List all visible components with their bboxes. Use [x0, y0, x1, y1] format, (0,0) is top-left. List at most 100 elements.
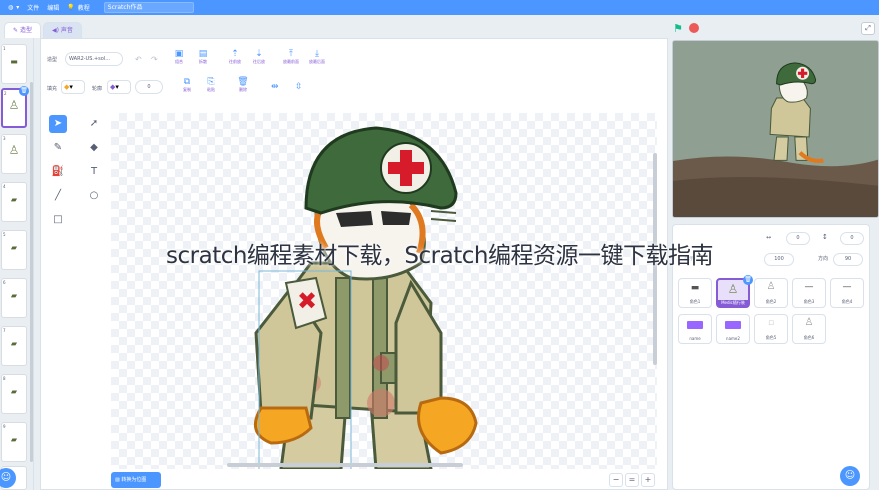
project-title-input[interactable]: Scratch作品 [103, 2, 194, 13]
text-tool[interactable]: T [85, 163, 103, 181]
convert-to-bitmap-button[interactable]: ▨ 转换为位图 [111, 472, 161, 488]
costume-name-input[interactable]: WAR2-US.+sol... [65, 52, 123, 66]
sprite-tile[interactable]: — 角色4 [830, 278, 864, 308]
rectangle-tool[interactable]: □ [49, 211, 67, 229]
brush-icon: ✎ [53, 142, 63, 153]
redo-icon[interactable]: ↷ [151, 55, 158, 64]
fullscreen-icon[interactable]: ⤢ [861, 22, 875, 35]
zoom-reset-icon: = [628, 475, 636, 484]
globe-icon: ◍ [8, 4, 14, 11]
tab-costumes[interactable]: ✎ 造型 [4, 22, 41, 38]
reshape-tool[interactable]: ➚ [85, 115, 103, 133]
tank-icon: ▰ [10, 339, 18, 348]
costume-thumb-selected[interactable]: 2 ♙ 🗑 [1, 86, 29, 128]
brush-tool[interactable]: ✎ [49, 139, 67, 157]
copy-button[interactable]: ⧉ 复制 [177, 77, 197, 93]
paint-toolbar: 造型 WAR2-US.+sol... ↶ ↷ ▣ 组合 ▤ 拆散 ⇡ 往前放 ⇣ 往后放… [41, 39, 669, 109]
sprite-tile[interactable]: — 角色3 [792, 278, 826, 308]
speaker-icon: ◀) [51, 27, 61, 34]
forward-button[interactable]: ⇡ 往前放 [225, 49, 245, 65]
purple-block-icon [725, 321, 741, 329]
green-flag-icon[interactable]: ⚑ [673, 22, 683, 35]
stop-icon[interactable] [689, 23, 699, 33]
select-tool[interactable]: ➤ [49, 115, 67, 133]
edit-menu[interactable]: 编辑 [47, 3, 59, 12]
circle-tool[interactable]: ○ [85, 187, 103, 205]
outline-color-picker[interactable]: ◆▾ [107, 80, 131, 94]
choose-sprite-button[interactable]: ☺ [840, 466, 860, 486]
costume-thumb[interactable]: 7 ▰ [1, 326, 27, 366]
soldier-icon: ♙ [8, 98, 20, 112]
canvas-horizontal-scrollbar[interactable] [227, 463, 463, 467]
front-button[interactable]: ⤒ 放最前面 [281, 49, 301, 65]
group-button[interactable]: ▣ 组合 [169, 49, 189, 65]
fill-label: 填充 [47, 86, 58, 92]
backward-button[interactable]: ⇣ 往后放 [249, 49, 269, 65]
tab-sounds[interactable]: ◀) 声音 [42, 22, 82, 38]
arrow-icon: ➤ [53, 118, 63, 129]
paste-icon: ⎘ [207, 77, 215, 87]
tank-icon: ▰ [10, 291, 18, 300]
flip-vertical-icon[interactable]: ⇳ [295, 82, 303, 92]
line-icon: ╱ [54, 190, 62, 201]
gun-icon: ▬ [10, 57, 18, 66]
eraser-icon: ◆ [90, 142, 98, 153]
sprite-tile[interactable]: ♙ 角色6 [792, 314, 826, 344]
text-icon: T [90, 166, 98, 177]
sprite-tile[interactable]: name [678, 314, 712, 344]
undo-icon[interactable]: ↶ [135, 55, 142, 64]
costume-thumb[interactable]: 9 ▰ [1, 422, 27, 462]
zoom-out-button[interactable]: − [609, 473, 623, 487]
fill-swatch-icon: ◆ [64, 83, 70, 91]
paste-button[interactable]: ⎘ 粘贴 [201, 77, 221, 93]
medic-soldier-drawing: ✖ [253, 126, 478, 469]
reshape-icon: ➚ [89, 118, 99, 129]
back-button[interactable]: ⤓ 放最后面 [307, 49, 327, 65]
delete-costume-icon[interactable]: 🗑 [19, 86, 29, 96]
ungroup-button[interactable]: ▤ 拆散 [193, 49, 213, 65]
file-menu[interactable]: 文件 [27, 3, 39, 12]
convert-to-bitmap-label: 转换为位图 [121, 477, 147, 483]
costume-thumb[interactable]: 8 ▰ [1, 374, 27, 414]
costume-thumb[interactable]: 1 ▬ [1, 44, 27, 84]
paint-canvas[interactable]: ✖ [111, 113, 657, 469]
circle-icon: ○ [89, 190, 99, 201]
edit-menu-label: 编辑 [47, 5, 60, 12]
tab-costumes-label: 造型 [19, 27, 32, 34]
group-icon: ▣ [174, 49, 184, 59]
zoom-reset-button[interactable]: = [625, 473, 639, 487]
sprite-tile[interactable]: name2 [716, 314, 750, 344]
costume-thumb[interactable]: 4 ▰ [1, 182, 27, 222]
bucket-icon: ⛽ [51, 166, 65, 177]
stage[interactable] [672, 40, 879, 218]
cat-icon: ☺ [0, 472, 12, 483]
delete-sprite-icon[interactable]: 🗑 [743, 275, 753, 285]
zoom-in-button[interactable]: + [641, 473, 655, 487]
costume-thumb[interactable]: 6 ▰ [1, 278, 27, 318]
costume-list-scrollbar[interactable] [30, 82, 33, 462]
line-tool[interactable]: ╱ [49, 187, 67, 205]
sprite-tile[interactable]: ▫ 角色5 [754, 314, 788, 344]
fill-tool[interactable]: ⛽ [49, 163, 67, 181]
sprite-tile[interactable]: ▬ 角色1 [678, 278, 712, 308]
outline-width-input[interactable]: 0 [135, 80, 163, 94]
tutorials-menu[interactable]: 💡 教程 [67, 3, 90, 12]
rectangle-icon: □ [53, 214, 63, 225]
soldier-icon: ♙ [727, 282, 739, 296]
delete-button[interactable]: 🗑 删除 [233, 77, 253, 93]
costume-thumb[interactable]: 3 ♙ [1, 134, 27, 174]
ungroup-icon: ▤ [198, 49, 208, 59]
tank-icon: ▰ [10, 435, 18, 444]
gun-icon: ▬ [690, 283, 700, 293]
flip-horizontal-icon[interactable]: ⇹ [271, 82, 279, 92]
stage-header: ⚑ ⤢ [671, 20, 879, 38]
line-icon: — [804, 282, 814, 292]
outline-label: 轮廓 [92, 86, 103, 92]
sprite-tile[interactable]: ♙ 角色2 [754, 278, 788, 308]
eraser-tool[interactable]: ◆ [85, 139, 103, 157]
overlay-title: scratch编程素材下载，Scratch编程资源一键下载指南 [166, 243, 713, 269]
fill-color-picker[interactable]: ◆▾ [61, 80, 85, 94]
menu-bar: ◍ ▾ 文件 编辑 💡 教程 Scratch作品 [0, 0, 879, 15]
sprite-tile-selected[interactable]: ♙ Medic随行装 🗑 [716, 275, 753, 308]
language-menu[interactable]: ◍ ▾ [8, 4, 19, 11]
